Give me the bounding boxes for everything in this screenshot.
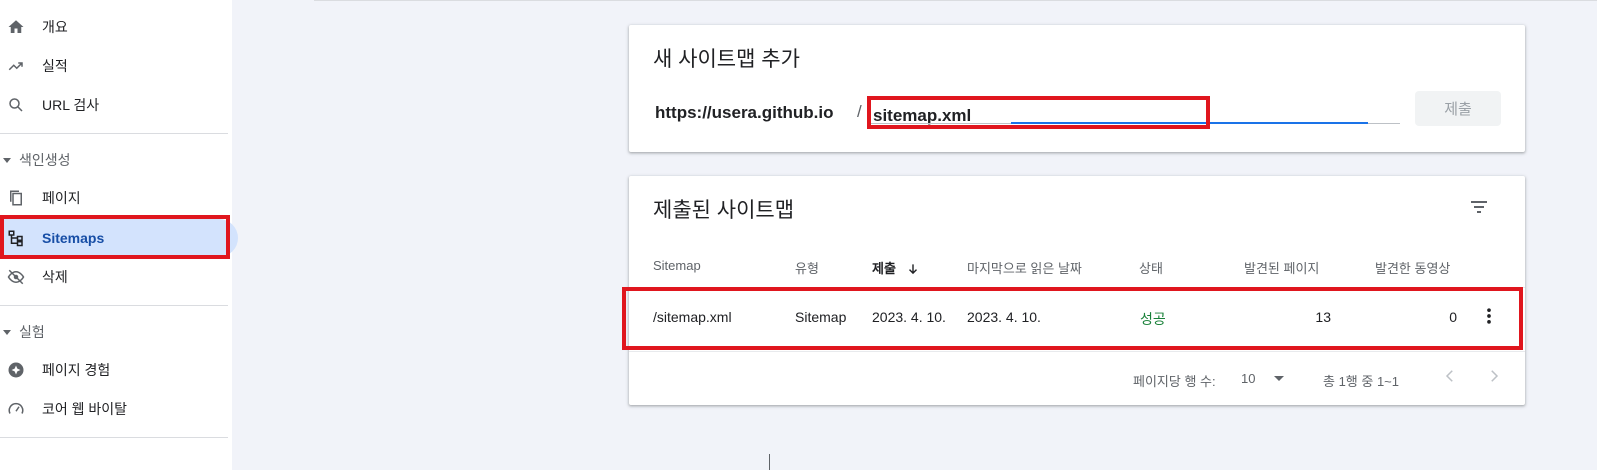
sidebar-item-label: 페이지 xyxy=(42,190,81,206)
input-focus-underline xyxy=(1011,122,1368,124)
col-head-pages: 발견된 페이지 xyxy=(1244,261,1320,276)
arrow-down-icon xyxy=(906,262,920,279)
home-icon xyxy=(6,17,26,37)
rows-per-page-label: 페이지당 행 수: xyxy=(1133,374,1216,389)
sidebar-divider xyxy=(0,437,228,438)
caret-down-icon xyxy=(3,157,11,163)
sidebar-item-sitemaps[interactable]: Sitemaps xyxy=(0,219,238,257)
sidebar-item-label: 삭제 xyxy=(42,269,68,285)
section-label: 색인생성 xyxy=(19,152,71,168)
submitted-sitemaps-title: 제출된 사이트맵 xyxy=(653,199,795,222)
add-sitemap-title: 새 사이트맵 추가 xyxy=(653,48,800,71)
caret-down-icon xyxy=(1274,376,1284,381)
chevron-right-icon[interactable] xyxy=(1485,367,1503,385)
copy-icon xyxy=(6,188,26,208)
sidebar-divider xyxy=(0,133,228,134)
page-experience-icon xyxy=(6,360,26,380)
chevron-left-icon[interactable] xyxy=(1441,367,1459,385)
col-head-status: 상태 xyxy=(1139,261,1163,276)
rows-per-page-select[interactable]: 10 xyxy=(1241,371,1291,386)
scroll-marker xyxy=(769,454,770,470)
sidebar-item-performance[interactable]: 실적 xyxy=(0,47,232,85)
sidebar: 개요 실적 URL 검사 색인생성 페이지 Sitemaps 삭제 실험 페이지… xyxy=(0,0,238,470)
pagination-range: 총 1행 중 1~1 xyxy=(1323,374,1399,389)
sidebar-divider xyxy=(0,305,228,306)
url-separator: / xyxy=(857,102,862,121)
sidebar-item-label: Sitemaps xyxy=(42,230,105,246)
cell-videos: 0 xyxy=(1449,309,1457,325)
sidebar-item-label: 코어 웹 바이탈 xyxy=(42,401,128,417)
table-divider xyxy=(629,287,1525,288)
filter-icon[interactable] xyxy=(1467,195,1491,219)
sitemap-icon xyxy=(6,228,26,248)
rows-per-page-value: 10 xyxy=(1241,371,1256,386)
section-experiments[interactable]: 실험 xyxy=(0,317,232,347)
col-head-videos: 발견한 동영상 xyxy=(1375,261,1451,276)
submitted-sitemaps-card: 제출된 사이트맵 Sitemap 유형 제출 마지막으로 읽은 날짜 상태 발견… xyxy=(629,176,1525,405)
cell-last-read: 2023. 4. 10. xyxy=(967,309,1041,325)
sidebar-item-page-experience[interactable]: 페이지 경험 xyxy=(0,351,232,389)
section-indexing[interactable]: 색인생성 xyxy=(0,145,232,175)
sidebar-item-label: URL 검사 xyxy=(42,97,100,113)
caret-down-icon xyxy=(3,329,11,335)
search-icon xyxy=(6,95,26,115)
top-divider xyxy=(314,0,1597,1)
cell-status: 성공 xyxy=(1140,311,1166,327)
sidebar-item-core-web-vitals[interactable]: 코어 웹 바이탈 xyxy=(0,390,232,428)
col-head-sitemap: Sitemap xyxy=(653,258,701,273)
sidebar-item-pages[interactable]: 페이지 xyxy=(0,179,232,217)
sidebar-item-overview[interactable]: 개요 xyxy=(0,8,232,46)
col-head-submitted[interactable]: 제출 xyxy=(872,258,920,279)
eye-off-icon xyxy=(6,267,26,287)
add-sitemap-card: 새 사이트맵 추가 https://usera.github.io / 제출 xyxy=(629,25,1525,152)
section-label: 실험 xyxy=(19,324,45,340)
submit-button[interactable]: 제출 xyxy=(1415,91,1501,126)
cell-sitemap: /sitemap.xml xyxy=(653,309,732,325)
col-head-last-read: 마지막으로 읽은 날짜 xyxy=(967,261,1082,276)
trending-up-icon xyxy=(6,56,26,76)
cell-type: Sitemap xyxy=(795,309,847,325)
speedometer-icon xyxy=(6,399,26,419)
sidebar-item-url-inspection[interactable]: URL 검사 xyxy=(0,86,232,124)
site-url-prefix: https://usera.github.io xyxy=(655,103,834,122)
sidebar-item-label: 페이지 경험 xyxy=(42,362,111,378)
sidebar-item-removals[interactable]: 삭제 xyxy=(0,258,232,296)
col-head-type: 유형 xyxy=(795,261,819,276)
more-vert-icon[interactable] xyxy=(1479,306,1499,326)
sidebar-item-label: 개요 xyxy=(42,19,68,35)
cell-submitted: 2023. 4. 10. xyxy=(872,309,946,325)
cell-pages: 13 xyxy=(1315,309,1331,325)
col-head-label: 제출 xyxy=(872,261,896,276)
table-divider xyxy=(629,351,1525,352)
sidebar-item-label: 실적 xyxy=(42,58,68,74)
